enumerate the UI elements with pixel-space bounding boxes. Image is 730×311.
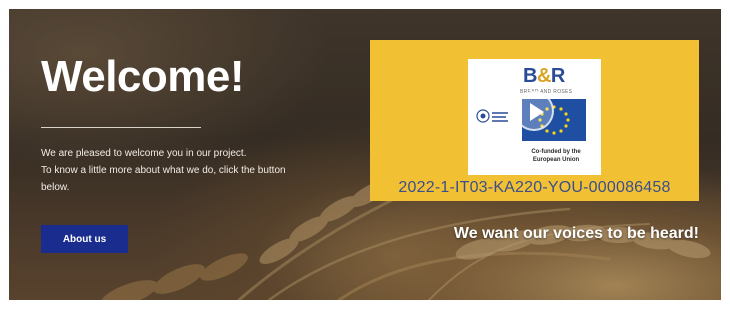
play-triangle — [530, 103, 544, 121]
logo-letter-r: R — [550, 65, 565, 87]
intro-text: We are pleased to welcome you in our pro… — [41, 145, 341, 196]
slogan-text: We want our voices to be heard! — [453, 225, 699, 242]
project-code: 2022-1-IT03-KA220-YOU-000086458 — [398, 179, 671, 196]
agency-logo-icon — [476, 109, 508, 123]
play-icon[interactable] — [514, 91, 554, 131]
title-divider — [41, 127, 201, 128]
intro-line: below. — [41, 182, 70, 193]
page-title: Welcome! — [41, 52, 245, 101]
logo-letter-b: B — [523, 65, 537, 87]
intro-line: We are pleased to welcome you in our pro… — [41, 148, 247, 159]
about-us-button[interactable]: About us — [41, 225, 128, 253]
video-embed[interactable]: B&R BREAD AND ROSES Co-funded by the Eur… — [370, 40, 699, 201]
hero-banner: Welcome! We are pleased to welcome you i… — [9, 9, 721, 300]
eu-cofunded-label: Co-funded by the European Union — [531, 149, 581, 163]
project-logo-card: B&R BREAD AND ROSES Co-funded by the Eur… — [468, 59, 601, 175]
project-logo-title: B&R — [523, 65, 565, 88]
intro-line: To know a little more about what we do, … — [41, 165, 286, 176]
logo-ampersand: & — [536, 65, 551, 87]
